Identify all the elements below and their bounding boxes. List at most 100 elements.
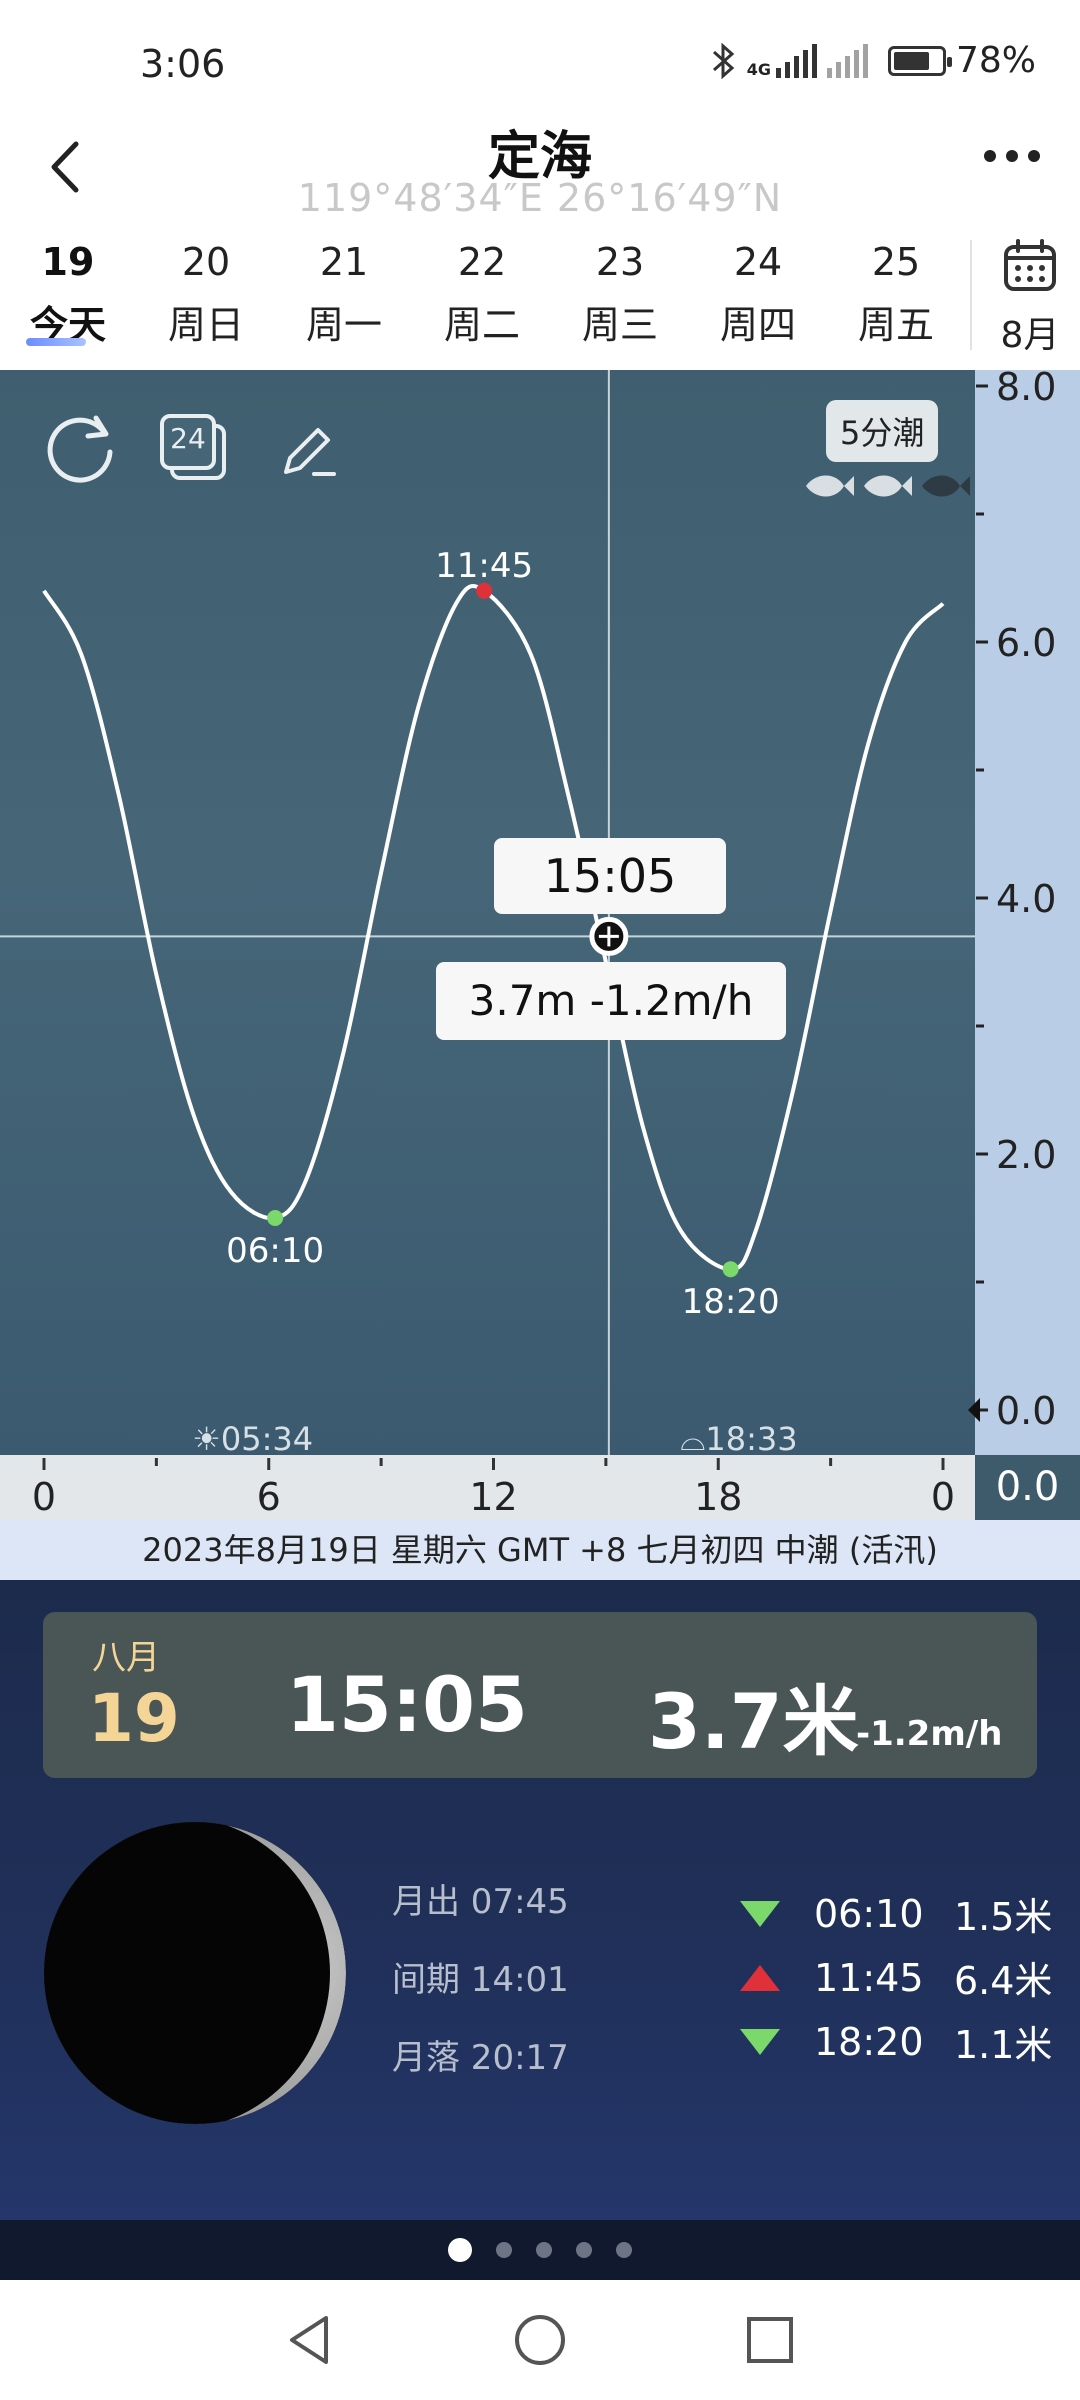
refresh-icon[interactable]	[44, 410, 118, 484]
tide-height: 1.5米	[954, 1895, 1053, 1939]
date-tab-label: 周三	[581, 303, 658, 347]
calendar-button[interactable]: 8月	[980, 236, 1080, 366]
fishing-rating	[802, 468, 972, 504]
date-tabs: 19 今天 20 周日 21 周一 22 周二 23 周三 24 周四 25 周…	[0, 230, 1080, 370]
signal-4g-icon: 4G	[747, 43, 817, 78]
sunset-label: ⌓18:33	[680, 1420, 798, 1458]
date-tab-21[interactable]: 21 周一	[284, 230, 404, 349]
x-tick-label: 0	[931, 1475, 955, 1519]
date-tab-24[interactable]: 24 周四	[698, 230, 818, 349]
sunrise-label: ☀05:34	[192, 1420, 313, 1458]
low-tide-marker	[722, 1261, 739, 1278]
moon-phase-image	[44, 1822, 346, 2124]
active-tab-indicator	[26, 338, 86, 346]
extreme-time-label: 11:45	[435, 546, 533, 586]
moonset: 月落 20:17	[392, 2038, 569, 2078]
zero-marker	[968, 1398, 980, 1422]
date-tab-22[interactable]: 22 周二	[422, 230, 542, 349]
summary-month: 八月	[92, 1638, 160, 1678]
low-tide-icon	[740, 2028, 780, 2055]
date-tab-day: 24	[733, 240, 783, 284]
y-tick-label: 6.0	[996, 621, 1056, 665]
date-tab-label: 周五	[857, 303, 934, 347]
header: 定海 119°48′34″E 26°16′49″N	[0, 110, 1080, 230]
tab-divider	[970, 240, 972, 350]
date-tab-day: 21	[319, 240, 369, 284]
calendar-month: 8月	[1000, 315, 1060, 356]
date-tab-day: 22	[457, 240, 507, 284]
page-dot[interactable]	[496, 2242, 512, 2258]
x-tick-label: 6	[257, 1475, 281, 1519]
date-tab-20[interactable]: 20 周日	[146, 230, 266, 349]
summary-day: 19	[88, 1680, 180, 1757]
tide-height: 1.1米	[954, 2023, 1053, 2067]
tide-list-item: 18:20 1.1米	[740, 2014, 1052, 2069]
x-tick-label: 18	[694, 1475, 742, 1519]
low-tide-marker	[267, 1210, 284, 1226]
cursor-time-label: 15:05	[494, 838, 726, 914]
signal-no-service-icon	[826, 43, 868, 78]
coordinates: 119°48′34″E 26°16′49″N	[297, 176, 783, 220]
date-tab-label: 周四	[719, 303, 796, 347]
cursor-value-label: 3.7m -1.2m/h	[436, 962, 786, 1040]
fish-icon	[922, 475, 970, 497]
date-tab-label: 周二	[443, 303, 520, 347]
page-dot[interactable]	[616, 2242, 632, 2258]
extreme-time-label: 06:10	[226, 1231, 324, 1271]
date-tab-23[interactable]: 23 周三	[560, 230, 680, 349]
date-tab-19[interactable]: 19 今天	[8, 230, 128, 349]
x-tick-label: 12	[469, 1475, 517, 1519]
interval-badge[interactable]: 5分潮	[826, 400, 939, 462]
page-indicator[interactable]	[0, 2220, 1080, 2280]
battery-icon	[887, 45, 952, 76]
status-time: 3:06	[140, 42, 226, 86]
nav-back-icon[interactable]	[280, 2310, 340, 2370]
y-tick-label: 4.0	[996, 877, 1056, 921]
moon-shadow	[44, 1822, 330, 2124]
calendar-icon	[1004, 239, 1056, 291]
nav-recents-icon[interactable]	[740, 2310, 800, 2370]
y-tick-label: 2.0	[996, 1133, 1056, 1177]
summary-rate: -1.2m/h	[856, 1714, 1003, 1754]
date-tab-day: 19	[41, 240, 95, 284]
tide-time: 11:45	[814, 1955, 924, 2000]
nav-home-icon[interactable]	[510, 2310, 570, 2370]
x-tick-label: 0	[32, 1475, 56, 1519]
y-tick-label: 0.0	[996, 1389, 1056, 1433]
tide-height: 6.4米	[954, 1959, 1053, 2003]
date-tab-day: 23	[595, 240, 645, 284]
page-dot[interactable]	[536, 2242, 552, 2258]
high-tide-icon	[740, 1964, 780, 1991]
moon-interval: 间期 14:01	[392, 1960, 569, 2000]
summary-height: 3.7米	[648, 1677, 859, 1766]
bluetooth-icon	[712, 42, 734, 79]
status-icons: 4G 78%	[711, 40, 1036, 81]
date-tab-label: 周一	[305, 303, 382, 347]
moonrise: 月出 07:45	[392, 1882, 569, 1922]
tide-curve	[42, 584, 945, 1272]
day24-label: 24	[170, 422, 206, 455]
more-dots-icon[interactable]	[984, 150, 1040, 162]
date-info-line: 2023年8月19日 星期六 GMT +8 七月初四 中潮 (活汛)	[0, 1520, 1080, 1580]
date-tab-label: 周日	[167, 303, 244, 347]
tide-time: 06:10	[814, 1891, 924, 1936]
page-dot[interactable]	[448, 2238, 472, 2262]
extreme-time-label: 18:20	[682, 1282, 780, 1322]
date-tab-25[interactable]: 25 周五	[836, 230, 956, 349]
page-dot[interactable]	[576, 2242, 592, 2258]
fish-icon	[864, 475, 912, 497]
day24-button[interactable]: 24	[158, 412, 230, 484]
tide-time: 18:20	[814, 2019, 924, 2064]
low-tide-icon	[740, 1900, 780, 1927]
y-tick-label: 8.0	[996, 370, 1056, 409]
system-nav-bar	[0, 2280, 1080, 2400]
summary-time: 15:05	[286, 1660, 528, 1749]
tide-list-item: 06:10 1.5米	[740, 1886, 1052, 1941]
date-tab-day: 20	[181, 240, 231, 284]
tide-chart[interactable]: 8.0 6.0 4.0 2.0 0.0 0 6 12 18 0 06:10 11:45 18:20 ☀05…	[0, 370, 1080, 1520]
edit-icon[interactable]	[278, 420, 342, 484]
fish-icon	[806, 475, 854, 497]
tide-list-item: 11:45 6.4米	[740, 1950, 1052, 2005]
date-tab-day: 25	[871, 240, 921, 284]
status-bar: 3:06 4G 78%	[0, 0, 1080, 120]
